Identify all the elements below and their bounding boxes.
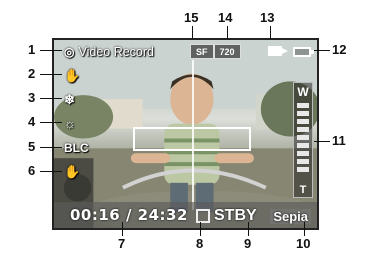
zoom-wide-label: W	[297, 85, 309, 99]
timecode: 00:16 / 24:32	[70, 206, 188, 224]
callout-5: 5	[28, 139, 36, 154]
callout-12: 12	[332, 42, 347, 57]
callout-4: 4	[28, 114, 36, 129]
callout-2: 2	[28, 66, 36, 81]
focus-frame	[133, 127, 251, 151]
sun-icon: ☼	[64, 116, 76, 131]
callout-10: 10	[296, 236, 311, 251]
callout-3: 3	[28, 90, 36, 105]
video-camera-icon: ◎	[64, 45, 75, 59]
callout-9: 9	[244, 236, 252, 251]
callout-15: 15	[184, 10, 199, 25]
quality-sf: SF	[190, 44, 214, 59]
hand-stop-icon: ✋	[64, 164, 81, 179]
zoom-bar: W T	[293, 82, 313, 198]
callout-1: 1	[28, 42, 36, 57]
callout-6: 6	[28, 163, 36, 178]
mode-indicator: ◎ Video Record	[64, 45, 154, 59]
callout-14: 14	[218, 10, 233, 25]
mode-label: Video Record	[78, 45, 154, 59]
blc-indicator: BLC	[64, 141, 89, 155]
zoom-tele-label: T	[299, 184, 307, 196]
record-square-icon	[196, 209, 210, 223]
callout-11: 11	[332, 133, 346, 148]
hand-icon: ✋	[64, 68, 81, 83]
callout-7: 7	[118, 236, 126, 251]
callout-13: 13	[260, 10, 275, 25]
camcorder-screen: ◎ Video Record SF 720 ✋ ❄ ☼ BLC ✋ W T 00…	[52, 38, 319, 230]
callout-8: 8	[196, 236, 204, 251]
quality-720: 720	[213, 44, 241, 59]
status-label: STBY	[214, 207, 257, 224]
tape-icon	[268, 46, 288, 56]
quality-indicator: SF 720	[190, 44, 241, 59]
battery-icon	[293, 47, 314, 57]
snowflake-icon: ❄	[64, 92, 75, 107]
